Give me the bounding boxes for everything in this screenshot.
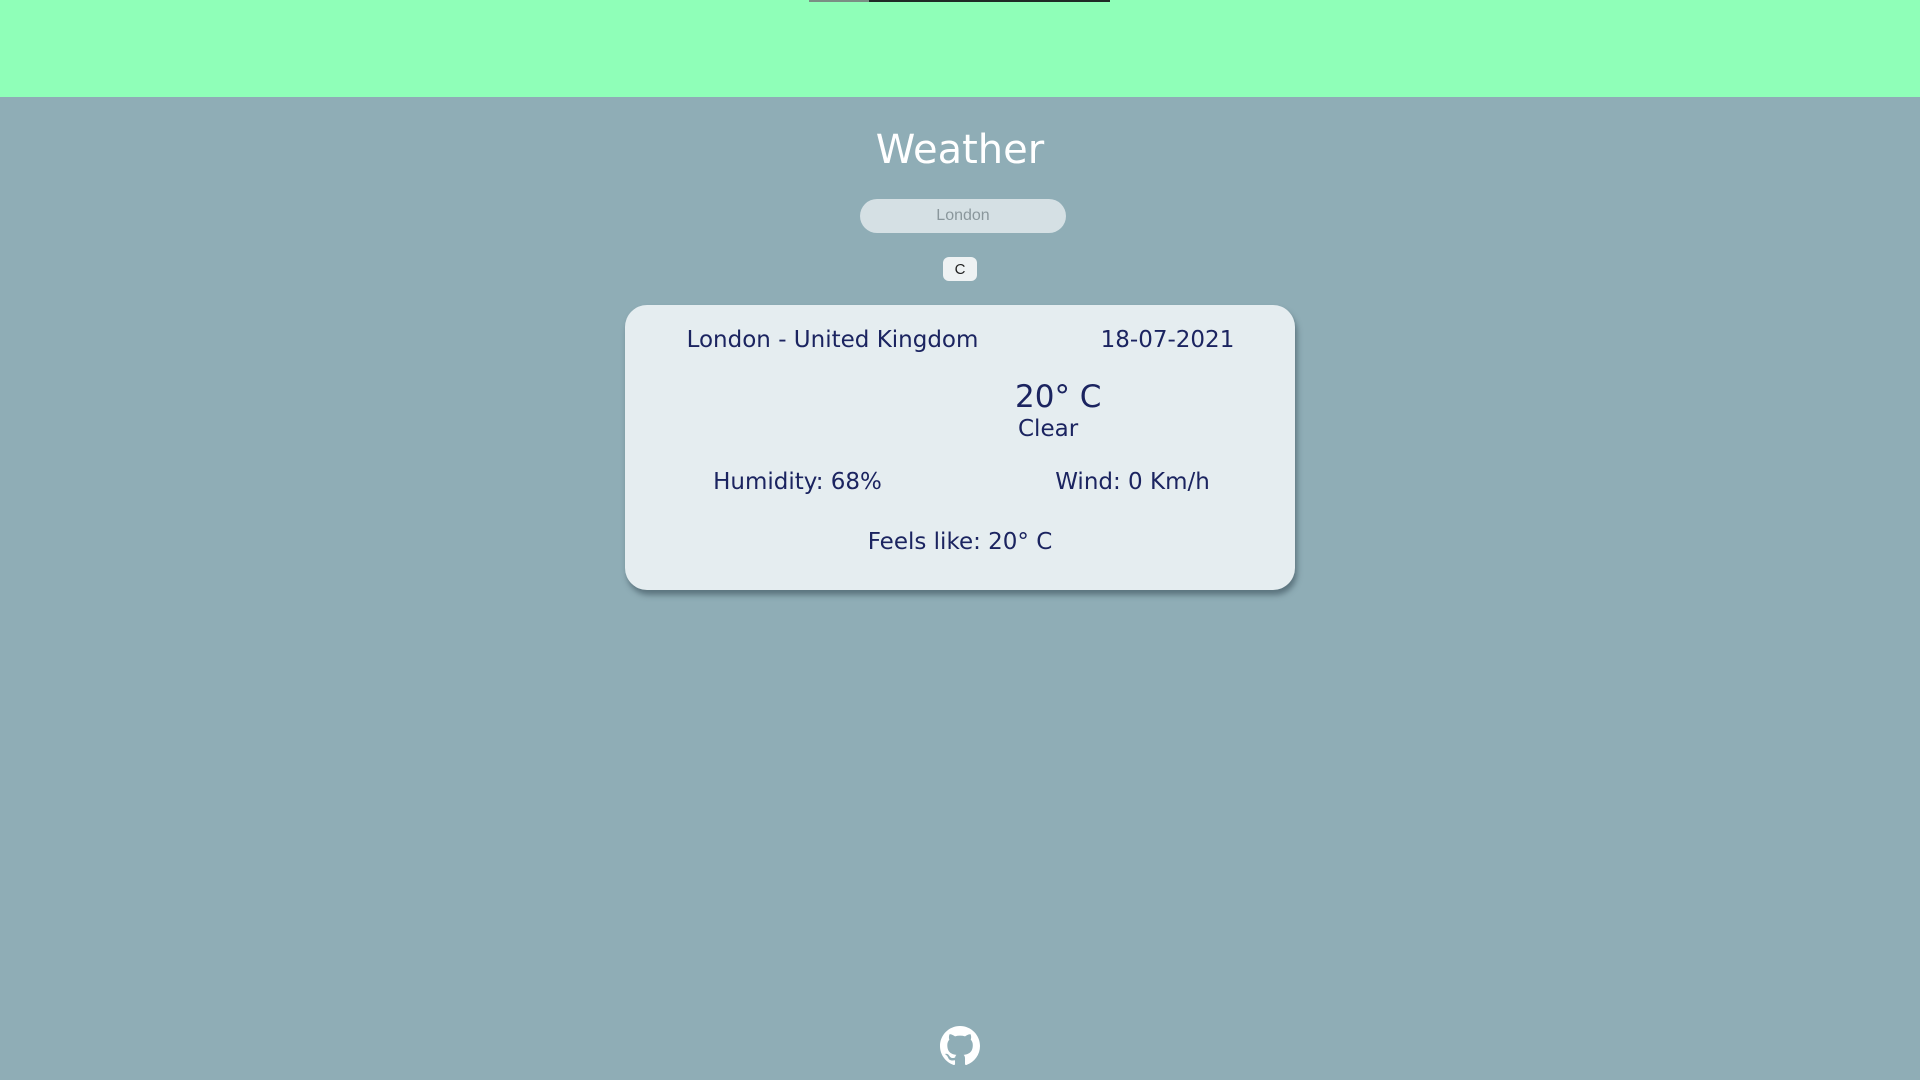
feels-like-value: Feels like: 20° C (867, 529, 1053, 555)
city-search-input[interactable] (860, 199, 1066, 233)
page-title: Weather (875, 127, 1045, 173)
location-label: London - United Kingdom (686, 327, 979, 353)
crescent-moon-icon (783, 401, 794, 423)
temperature-text: 20° C (1015, 379, 1102, 415)
weather-card: London - United Kingdom 18-07-2021 20° C… (625, 305, 1295, 590)
humidity-value: Humidity: 68% (713, 469, 882, 495)
wind-value: Wind: 0 Km/h (1055, 469, 1210, 495)
github-icon[interactable] (940, 1026, 980, 1066)
condition-text: Clear (1018, 416, 1079, 442)
unit-toggle-button[interactable]: C (943, 257, 977, 281)
top-bar (0, 0, 1920, 97)
top-bar-indicator (809, 0, 869, 2)
date-label: 18-07-2021 (1100, 327, 1235, 353)
top-bar-indicator (869, 0, 1110, 2)
